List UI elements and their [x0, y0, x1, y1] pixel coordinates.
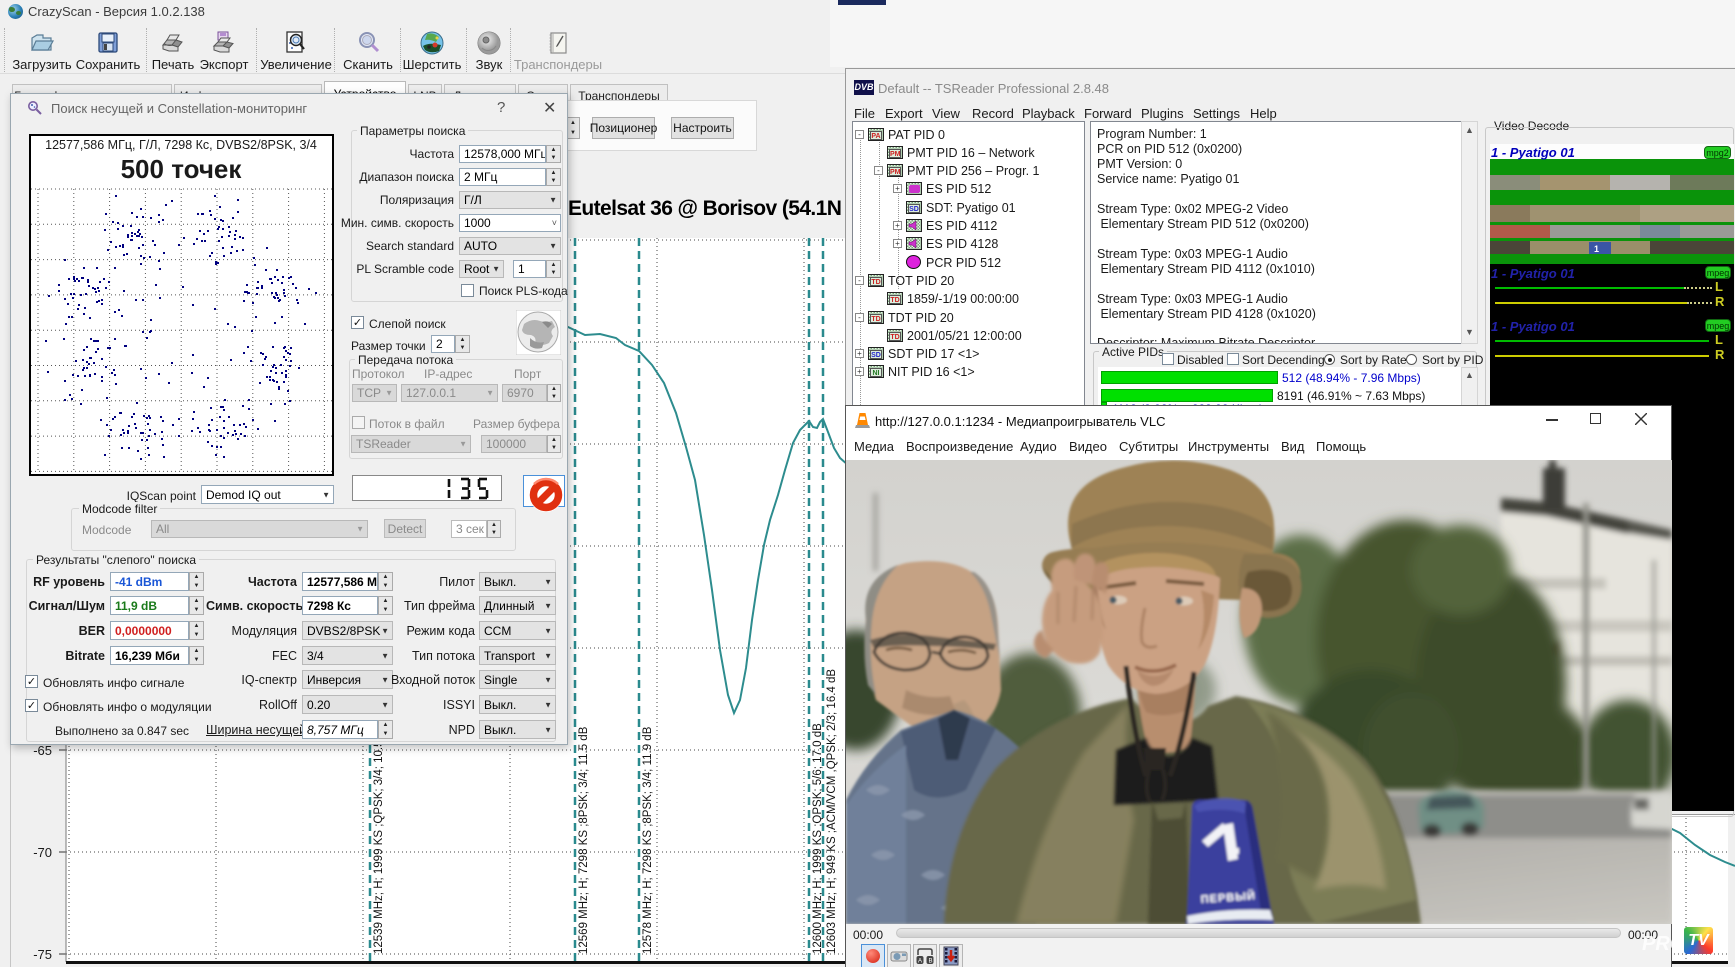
- svg-text:12569 MHz; H; 7298 KS ;8PSK; 3: 12569 MHz; H; 7298 KS ;8PSK; 3/4; 11.5 d…: [578, 726, 590, 954]
- svg-text:1: 1: [1594, 244, 1599, 254]
- svg-text:12603 MHz; H; 949 KS ;ACM/VCM: 12603 MHz; H; 949 KS ;ACM/VCM ,QPSK; 2/3…: [826, 669, 838, 954]
- svg-text:B: B: [929, 959, 933, 965]
- svg-text:12578 MHz; H; 7298 KS ;8PSK; 3: 12578 MHz; H; 7298 KS ;8PSK; 3/4; 11.9 d…: [642, 726, 654, 954]
- svg-text:-65: -65: [33, 743, 52, 758]
- svg-text:12539 MHz; H; 1999 KS ;QPSK; 3: 12539 MHz; H; 1999 KS ;QPSK; 3/4; 10.5 d…: [373, 723, 385, 954]
- svg-text:-70: -70: [33, 845, 52, 860]
- svg-text:A: A: [918, 959, 922, 965]
- svg-text:-75: -75: [33, 947, 52, 962]
